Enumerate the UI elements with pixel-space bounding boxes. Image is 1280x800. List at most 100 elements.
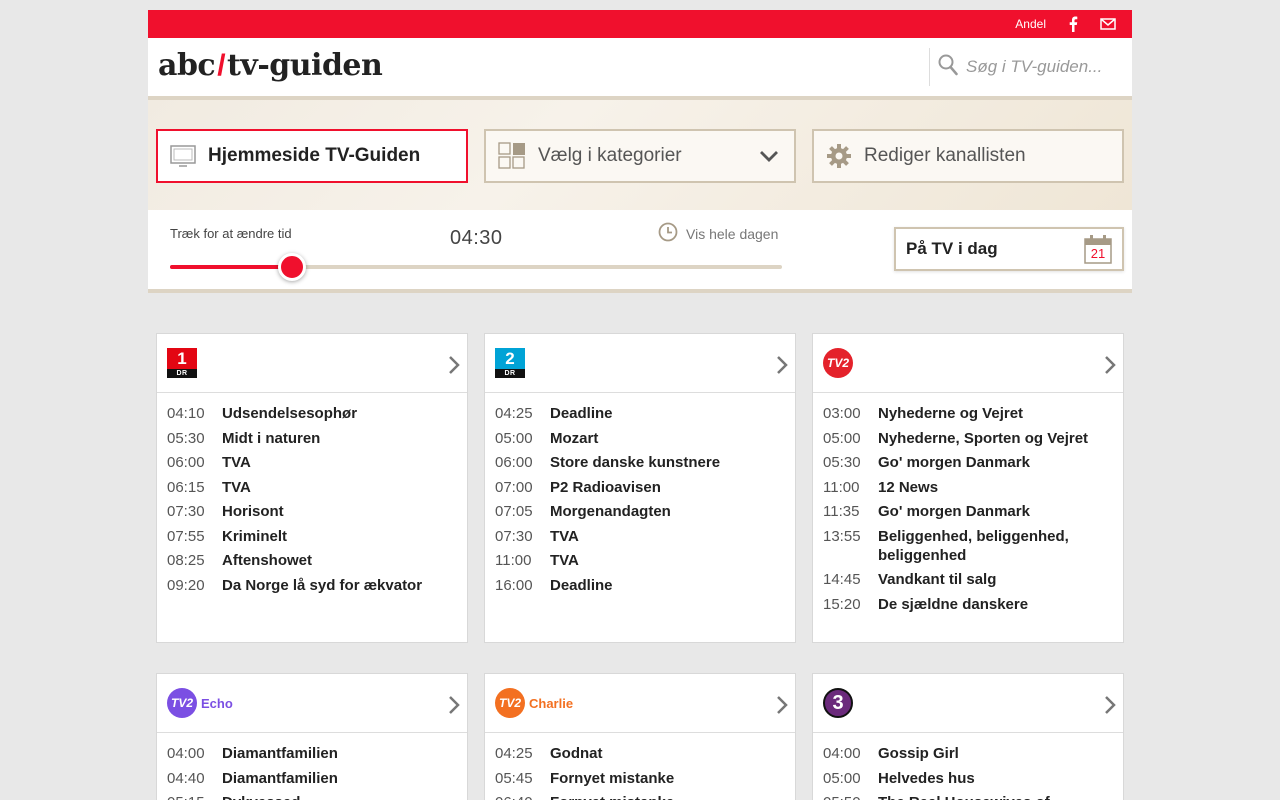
- program-title: Aftenshowet: [222, 552, 312, 569]
- program-title: TVA: [222, 478, 251, 496]
- program-row[interactable]: 07:55 Kriminelt: [157, 527, 467, 546]
- program-title: Da Norge lå syd for ækvator: [222, 576, 423, 594]
- program-time: 05:30: [167, 429, 205, 447]
- program-title: Horisont: [222, 503, 284, 520]
- program-title: Go' morgen Danmark: [878, 503, 1030, 520]
- program-title: Diamantfamilien: [222, 745, 338, 762]
- program-row[interactable]: 06:15 TVA: [157, 478, 467, 497]
- program-list: 04:25 Deadline 05:00 Mozart 06:00 Store dansk…: [485, 393, 795, 595]
- program-title: Midt i naturen: [222, 429, 321, 447]
- program-row[interactable]: 05:00 Mozart: [485, 429, 795, 448]
- program-row[interactable]: 15:20 De sjældne danskere: [813, 595, 1123, 614]
- program-row[interactable]: 11:35 Go' morgen Danmark: [813, 502, 1123, 521]
- site-logo[interactable]: abc / tv-guiden: [158, 48, 383, 83]
- program-title: De sjældne danskere: [878, 595, 1029, 613]
- program-time: 06:15: [167, 478, 205, 496]
- tv3-logo-icon: 3: [823, 688, 853, 718]
- search-input[interactable]: [966, 57, 1126, 77]
- program-row[interactable]: 06:40Fornyet mistanke: [485, 793, 795, 800]
- channel-header[interactable]: TV2: [813, 334, 1123, 393]
- program-row[interactable]: 04:25 Godnat: [485, 744, 795, 763]
- today-label: På TV i dag: [906, 239, 998, 258]
- program-time: 11:00: [823, 478, 860, 496]
- chevron-right-icon[interactable]: [447, 694, 461, 721]
- program-row[interactable]: 09:20 Da Norge lå syd for ækvator: [157, 576, 467, 595]
- program-row[interactable]: 05:30 Midt i naturen: [157, 429, 467, 448]
- program-title: Fornyet mistanke: [550, 793, 674, 800]
- program-row[interactable]: 07:30 Horisont: [157, 502, 467, 521]
- program-row[interactable]: 11:00 TVA: [485, 551, 795, 570]
- today-button[interactable]: På TV i dag 21: [894, 227, 1124, 271]
- search-box[interactable]: [929, 48, 1132, 86]
- program-row[interactable]: 04:00 Gossip Girl: [813, 744, 1123, 763]
- facebook-icon[interactable]: [1068, 16, 1078, 32]
- chevron-right-icon[interactable]: [775, 694, 789, 721]
- program-title: Vandkant til salg: [878, 571, 997, 588]
- program-row[interactable]: 05:45 Fornyet mistanke: [485, 769, 795, 788]
- program-time: 04:25: [495, 745, 533, 762]
- program-row[interactable]: 16:00 Deadline: [485, 576, 795, 595]
- program-row[interactable]: 05:30 Go' morgen Danmark: [813, 453, 1123, 472]
- tv2-logo-icon: TV2: [823, 348, 853, 378]
- program-title: Helvedes hus: [878, 769, 975, 787]
- program-time: 05:50: [823, 793, 878, 800]
- program-row[interactable]: 13:55 Beliggenhed, beliggenhed, beliggenh…: [813, 527, 1123, 565]
- logo-left: abc: [158, 48, 216, 83]
- program-row[interactable]: 06:00 TVA: [157, 453, 467, 472]
- program-row[interactable]: 05:50The Real Housewives of: [813, 793, 1123, 800]
- program-row[interactable]: 07:05 Morgenandagten: [485, 502, 795, 521]
- home-button[interactable]: Hjemmeside TV-Guiden: [156, 129, 468, 183]
- program-list: 03:00 Nyhederne og Vejret 05:00 Nyhederne, …: [813, 393, 1123, 614]
- edit-channels-label: Rediger kanallisten: [864, 145, 1026, 166]
- chevron-right-icon[interactable]: [1103, 354, 1117, 381]
- program-title: Kriminelt: [222, 527, 288, 545]
- chevron-right-icon[interactable]: [775, 354, 789, 381]
- program-row[interactable]: 04:25 Deadline: [485, 404, 795, 423]
- program-time: 07:05: [495, 503, 533, 520]
- program-row[interactable]: 04:00 Diamantfamilien: [157, 744, 467, 763]
- program-row[interactable]: 06:00 Store danske kunstnere: [485, 453, 795, 472]
- show-all-day-link[interactable]: Vis hele dagen: [658, 222, 778, 245]
- time-bar: Træk for at ændre tid 04:30 Vis hele dag…: [148, 210, 1132, 293]
- program-row[interactable]: 05:00 Nyhederne, Sporten og Vejret: [813, 429, 1123, 448]
- chevron-right-icon[interactable]: [447, 354, 461, 381]
- program-time: 05:00: [823, 429, 861, 447]
- program-row[interactable]: 07:30 TVA: [485, 527, 795, 546]
- channel-header[interactable]: TV2 Charlie: [485, 674, 795, 733]
- program-title: Nyhederne, Sporten og Vejret: [878, 429, 1089, 447]
- program-title: P2 Radioavisen: [550, 478, 661, 496]
- chevron-right-icon[interactable]: [1103, 694, 1117, 721]
- program-row[interactable]: 05:15Dykvessed: [157, 793, 467, 800]
- program-time: 06:40: [495, 793, 550, 800]
- channel-header[interactable]: 3: [813, 674, 1123, 733]
- program-time: 11:35: [823, 503, 860, 520]
- share-label[interactable]: Andel: [1015, 17, 1046, 31]
- program-row[interactable]: 08:25 Aftenshowet: [157, 551, 467, 570]
- program-title: Store danske kunstnere: [550, 454, 721, 471]
- channel-brand-label: Charlie: [529, 695, 574, 711]
- program-title: 12 News: [878, 478, 939, 496]
- mail-icon[interactable]: [1100, 18, 1116, 30]
- program-title: Gossip Girl: [878, 745, 959, 762]
- search-icon[interactable]: [938, 54, 958, 81]
- channel-header[interactable]: TV2 Echo: [157, 674, 467, 733]
- edit-channels-button[interactable]: Rediger kanallisten: [812, 129, 1124, 183]
- program-row[interactable]: 14:45 Vandkant til salg: [813, 570, 1123, 589]
- program-row[interactable]: 04:10 Udsendelsesophør: [157, 404, 467, 423]
- categories-dropdown[interactable]: Vælg i kategorier: [484, 129, 796, 183]
- calendar-day: 21: [1090, 246, 1106, 261]
- channel-card: TV2 Charlie 04:25 Godnat 05:45 Fornyet mistan…: [484, 673, 796, 800]
- channel-card: 3 04:00Gossip Girl 05:00Helvedes hus 05:50T…: [812, 673, 1124, 800]
- program-row[interactable]: 11:00 12 News: [813, 478, 1123, 497]
- channel-header[interactable]: 1 DR: [157, 334, 467, 393]
- time-slider-handle[interactable]: [278, 253, 306, 281]
- time-slider[interactable]: [170, 253, 782, 281]
- program-row[interactable]: 05:00 Helvedes hus: [813, 769, 1123, 788]
- program-row[interactable]: 04:40 Diamantfamilien: [157, 769, 467, 788]
- program-row[interactable]: 07:00 P2 Radioavisen: [485, 478, 795, 497]
- clock-icon: [658, 222, 678, 245]
- program-row[interactable]: 03:00 Nyhederne og Vejret: [813, 404, 1123, 423]
- grid-icon: [498, 142, 526, 170]
- channel-header[interactable]: 2 DR: [485, 334, 795, 393]
- program-title: TVA: [222, 454, 251, 471]
